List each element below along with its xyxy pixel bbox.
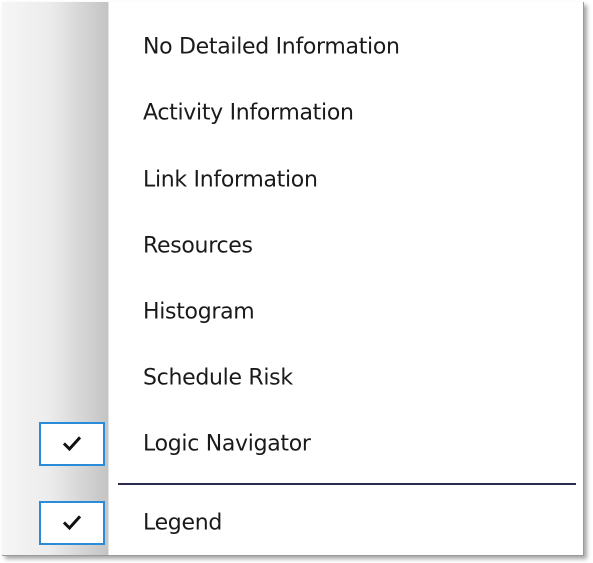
menu-item-histogram[interactable]: Histogram	[2, 286, 583, 338]
gutter-divider	[108, 2, 109, 555]
menu-separator	[118, 483, 576, 485]
menu-item-label: Schedule Risk	[143, 365, 293, 391]
menu-item-resources[interactable]: Resources	[2, 220, 583, 272]
menu-item-label: Histogram	[143, 299, 255, 325]
checked-indicator	[39, 501, 105, 545]
menu-item-schedule-risk[interactable]: Schedule Risk	[2, 352, 583, 404]
menu-item-label: Link Information	[143, 167, 318, 193]
checkmark-icon	[63, 515, 81, 531]
menu-item-link-information[interactable]: Link Information	[2, 154, 583, 206]
checked-indicator	[39, 422, 105, 466]
menu-item-label: Legend	[143, 510, 223, 536]
menu-item-no-detailed-information[interactable]: No Detailed Information	[2, 21, 583, 73]
checkmark-icon	[63, 436, 81, 452]
menu-item-activity-information[interactable]: Activity Information	[2, 87, 583, 139]
menu-item-label: Logic Navigator	[143, 431, 311, 457]
menu-item-label: No Detailed Information	[143, 34, 400, 60]
menu-item-label: Resources	[143, 233, 253, 259]
menu-item-logic-navigator[interactable]: Logic Navigator	[2, 418, 583, 470]
menu-icon-gutter	[2, 2, 108, 555]
menu-item-legend[interactable]: Legend	[2, 497, 583, 549]
menu-item-label: Activity Information	[143, 100, 354, 126]
context-menu: No Detailed Information Activity Informa…	[2, 2, 584, 556]
